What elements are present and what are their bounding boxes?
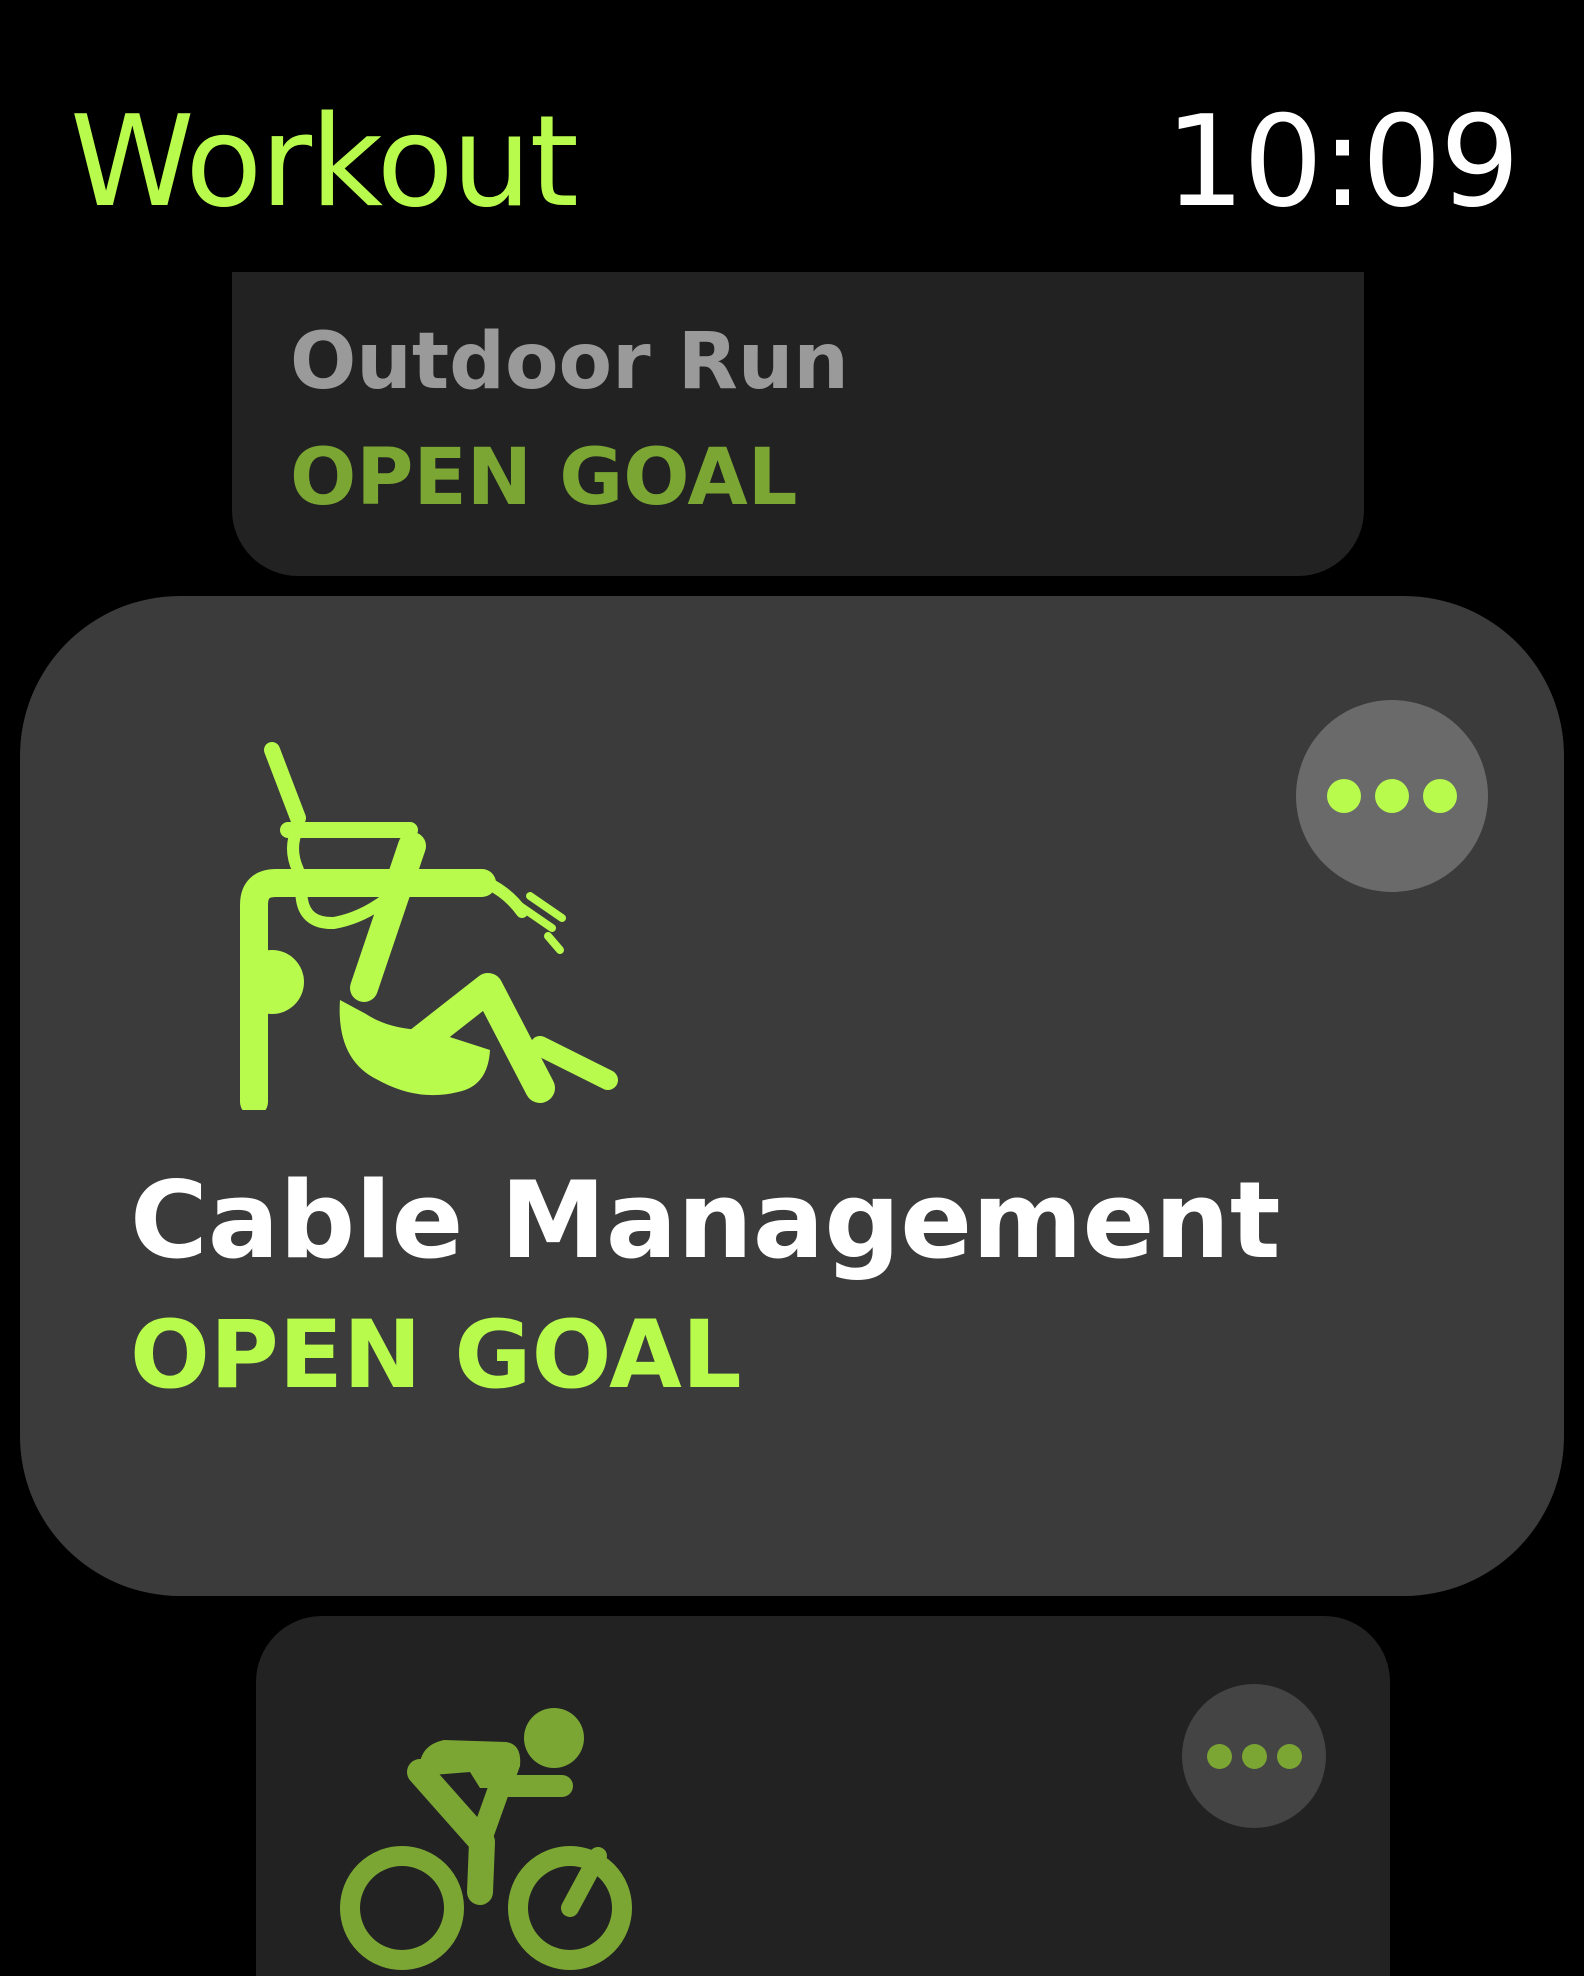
more-options-button[interactable] [1296,700,1488,892]
more-options-icon-dot [1423,779,1457,813]
workout-card-cable-management[interactable]: Cable Management OPEN GOAL [20,596,1564,1596]
more-options-icon [1206,1743,1232,1769]
workout-goal: OPEN GOAL [290,433,798,523]
workout-goal: OPEN GOAL [130,1301,742,1410]
more-options-icon-dot [1375,779,1409,813]
cable-management-icon [240,742,618,1110]
workout-title: Outdoor Run [290,317,849,407]
workout-card-outdoor-run[interactable]: Outdoor Run OPEN GOAL [232,272,1364,576]
outdoor-cycle-icon [340,1708,632,1970]
workout-title: Cable Management [130,1159,1281,1282]
more-options-button[interactable] [1182,1684,1326,1828]
app-title: Workout [70,88,579,235]
more-options-icon-dot [1241,1743,1267,1769]
workout-card-outdoor-cycle[interactable] [256,1616,1390,1976]
more-options-icon [1327,779,1361,813]
clock-time: 10:09 [1164,88,1520,235]
more-options-icon-dot [1276,1743,1302,1769]
